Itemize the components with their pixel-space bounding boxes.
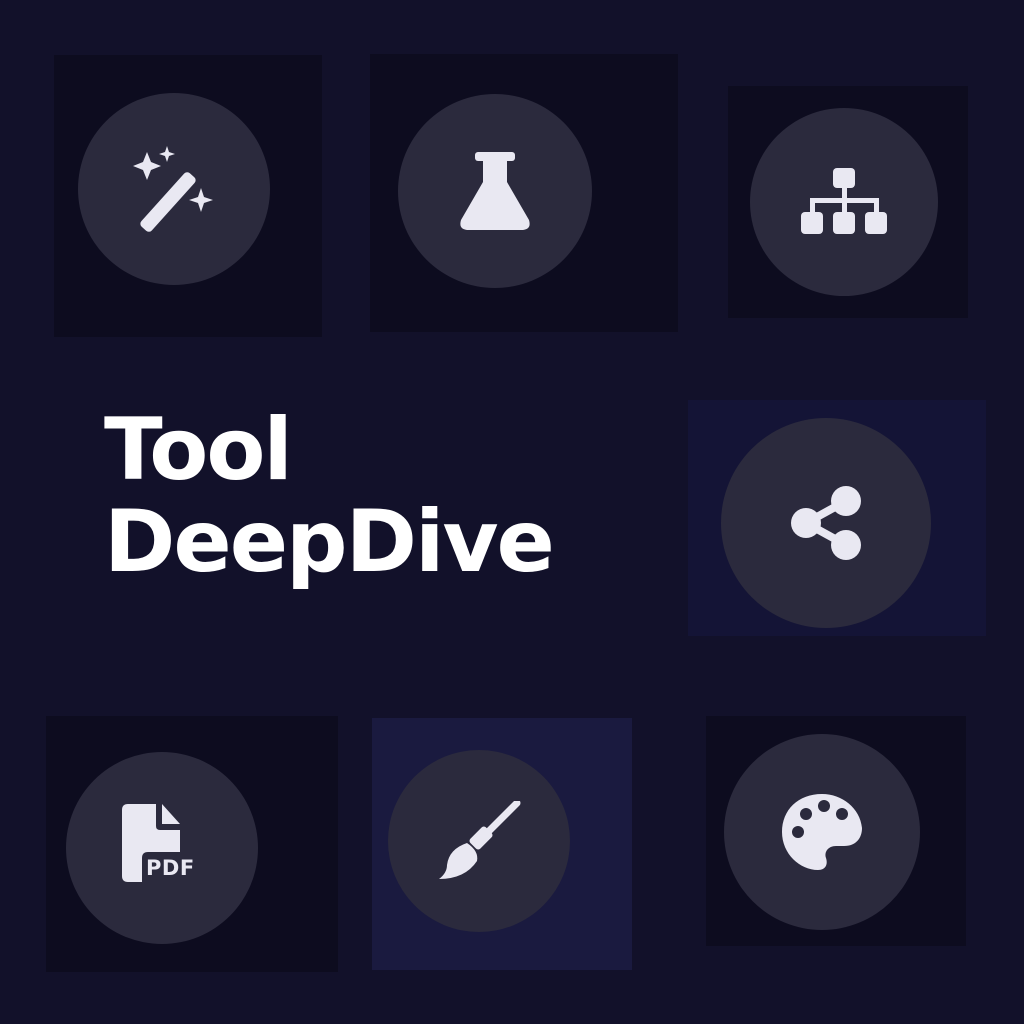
palette-icon <box>780 792 864 872</box>
title-line-2: DeepDive <box>104 492 555 592</box>
pdf-label: PDF <box>146 856 195 880</box>
magic-wand-icon <box>129 144 219 234</box>
sitemap-button[interactable] <box>750 108 938 296</box>
broom-icon <box>437 801 521 881</box>
share-icon <box>786 483 866 563</box>
tile-share[interactable] <box>688 400 986 636</box>
tile-flask[interactable] <box>370 54 678 332</box>
tile-broom[interactable] <box>372 718 632 970</box>
page-title: Tool DeepDive <box>104 400 555 592</box>
tile-palette[interactable] <box>706 716 966 946</box>
tile-sitemap[interactable] <box>728 86 968 318</box>
flask-icon <box>457 150 533 232</box>
tile-file-pdf[interactable] <box>46 716 338 972</box>
flask-button[interactable] <box>398 94 592 288</box>
magic-wand-button[interactable] <box>78 93 270 285</box>
tile-magic-wand[interactable] <box>54 55 322 337</box>
palette-button[interactable] <box>724 734 920 930</box>
share-button[interactable] <box>721 418 931 628</box>
broom-button[interactable] <box>388 750 570 932</box>
sitemap-icon <box>799 166 889 238</box>
title-line-1: Tool <box>104 400 293 500</box>
